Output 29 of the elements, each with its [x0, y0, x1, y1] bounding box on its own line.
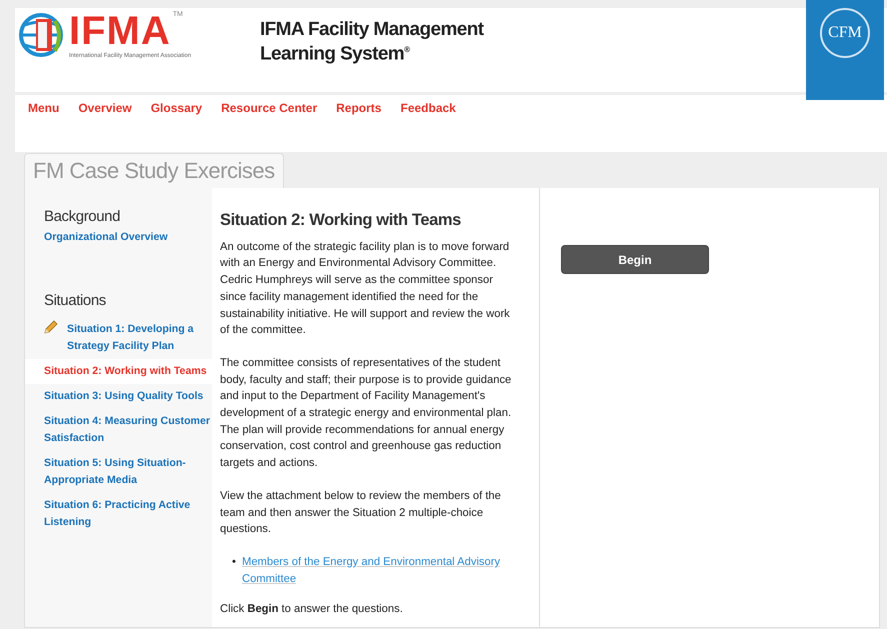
nav-link[interactable]: Resource Center: [221, 101, 318, 117]
nav-link[interactable]: Overview: [78, 101, 132, 117]
sidebar-link[interactable]: Situation 5: Using Situation-Appropriate Media: [25, 451, 212, 493]
page-heading: Situation 2: Working with Teams: [220, 212, 462, 229]
attachment-link[interactable]: Members of the Energy and Environmental Advisory Committee: [242, 554, 519, 588]
site-title: IFMA Facility Management: [260, 20, 484, 40]
nav-link[interactable]: Glossary: [150, 101, 202, 117]
begin-button[interactable]: Begin: [561, 245, 709, 274]
sidebar-link[interactable]: Situation 4: Measuring Customer Satisfaction: [25, 409, 212, 451]
sidebar-link[interactable]: Organizational Overview: [25, 225, 212, 250]
logo-wordmark: IFMA: [69, 11, 171, 51]
sidebar-link[interactable]: Situation 3: Using Quality Tools: [25, 384, 204, 409]
body-paragraph: An outcome of the strategic facility plan is to move forward with an Energy and Environmental Advisory Committee. Cedric Humphreys will serve as the committee sponsor since facility management identified the need for the sustainability initiative. He will support and review the work of the committee.: [220, 240, 511, 338]
body-paragraph: View the attachment below to review the members of the team and then answer the Situation 2 multiple-choice questions.: [220, 488, 502, 538]
credential-logo: CFM: [806, 0, 884, 100]
body-paragraph: Click Begin to answer the questions.: [220, 602, 404, 618]
sidebar-link[interactable]: Situation 2: Working with Teams: [25, 359, 212, 384]
site-title: Learning System$^{®}$: [260, 42, 411, 64]
body-paragraph: The committee consists of representatives of the student body, faculty and staff; their purpose is to provide guidance and input to the Department of Facility Management's development of a strategic energy and environmental plan. The plan will provide recommendations for annual energy conservation, cost control and greenhouse gas reduction targets and actions.: [220, 356, 512, 472]
nav-link[interactable]: Feedback: [400, 101, 456, 117]
sidebar-link[interactable]: Situation 1: Developing a Strategy Facility Plan: [59, 317, 212, 359]
section-tab[interactable]: FM Case Study Exercises: [24, 153, 284, 188]
sidebar-link[interactable]: Situation 6: Practicing Active Listening: [25, 493, 212, 535]
sidebar-heading: Situations: [44, 292, 107, 309]
nav-link[interactable]: Menu: [28, 101, 60, 117]
sidebar-heading: Background: [44, 208, 122, 225]
nav-link[interactable]: Reports: [336, 101, 382, 117]
bullet: •: [232, 554, 237, 570]
globe-logo-icon: [19, 13, 65, 57]
